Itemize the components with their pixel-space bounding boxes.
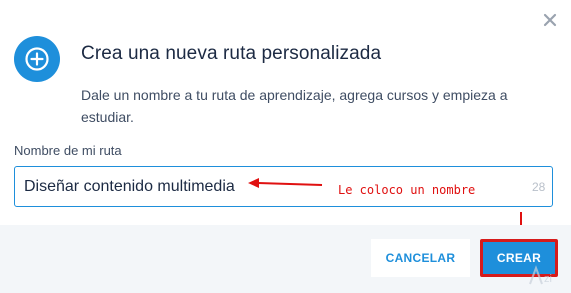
- close-button[interactable]: [540, 10, 560, 30]
- annotation-note: Le coloco un nombre: [338, 183, 476, 197]
- dialog-title: Crea una nueva ruta personalizada: [81, 43, 382, 64]
- route-name-label: Nombre de mi ruta: [14, 143, 122, 158]
- cancel-button[interactable]: CANCELAR: [371, 239, 470, 277]
- create-route-dialog: Crea una nueva ruta personalizada Dale u…: [0, 0, 571, 293]
- char-counter: 28: [532, 180, 546, 194]
- close-icon: [543, 13, 557, 27]
- create-button[interactable]: CREAR: [480, 239, 558, 277]
- plus-circle-icon: [14, 36, 60, 82]
- dialog-description: Dale un nombre a tu ruta de aprendizaje,…: [81, 87, 508, 125]
